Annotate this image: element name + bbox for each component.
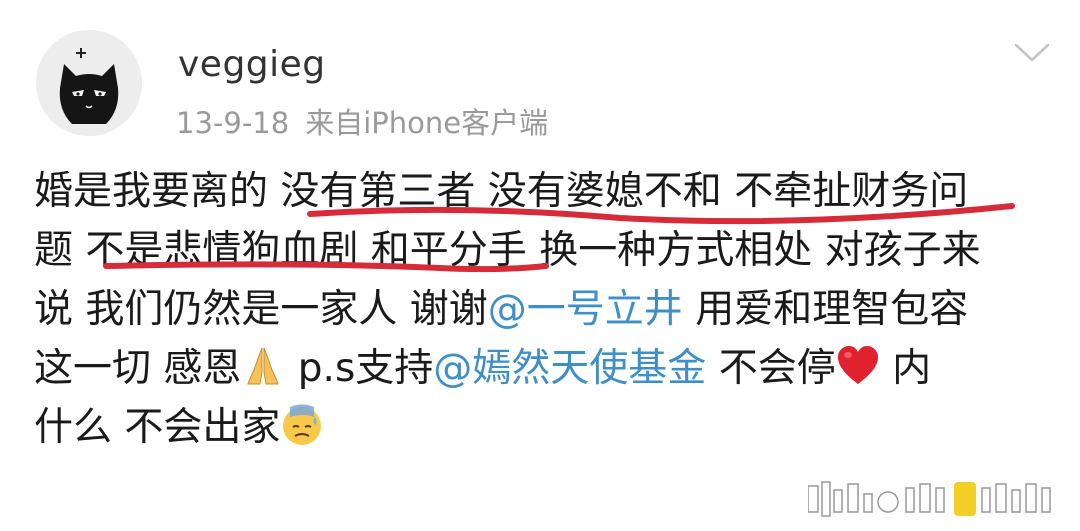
content-text: 内 xyxy=(879,346,932,391)
post-date: 13-9-18 xyxy=(176,106,290,140)
username[interactable]: veggieg xyxy=(178,44,326,85)
avatar[interactable] xyxy=(36,30,142,136)
post-content: 婚是我要离的 没有第三者 没有婆媳不和 不牵扯财务问 题 不是悲情狗血剧 和平分… xyxy=(34,162,1054,457)
black-cat-icon xyxy=(36,30,142,136)
mention-link[interactable]: @一号立井 xyxy=(488,287,683,332)
praying-hands-icon xyxy=(247,347,280,385)
weibo-post: veggieg 13-9-18 来自iPhone客户端 婚是我要离的 没有第三者 … xyxy=(0,0,1080,531)
sweat-face-icon xyxy=(283,404,322,445)
content-text: 这一切 感恩 xyxy=(34,346,242,391)
content-text: p.s支持 xyxy=(285,346,434,391)
post-meta: 13-9-18 来自iPhone客户端 xyxy=(176,100,548,142)
post-source: 来自iPhone客户端 xyxy=(305,106,549,140)
content-line-2: 题 不是悲情狗血剧 和平分手 换一种方式相处 对孩子来 xyxy=(34,228,981,273)
content-text: 说 我们仍然是一家人 谢谢 xyxy=(34,287,488,332)
content-line-3: 说 我们仍然是一家人 谢谢@一号立井 用爱和理智包容 xyxy=(34,280,1054,339)
content-line-4: 这一切 感恩 p.s支持@嫣然天使基金 不会停 内 xyxy=(34,339,1054,398)
mention-link[interactable]: @嫣然天使基金 xyxy=(433,346,706,391)
chevron-down-icon[interactable] xyxy=(1012,38,1052,68)
watermark-logo xyxy=(808,481,1051,517)
content-text: 什么 不会出家 xyxy=(34,405,281,450)
content-text: 不会停 xyxy=(706,346,836,391)
content-line-1: 婚是我要离的 没有第三者 没有婆媳不和 不牵扯财务问 xyxy=(34,169,969,214)
content-text: 用爱和理智包容 xyxy=(682,287,969,332)
content-line-5: 什么 不会出家 xyxy=(34,398,1054,457)
red-heart-icon xyxy=(837,346,878,384)
